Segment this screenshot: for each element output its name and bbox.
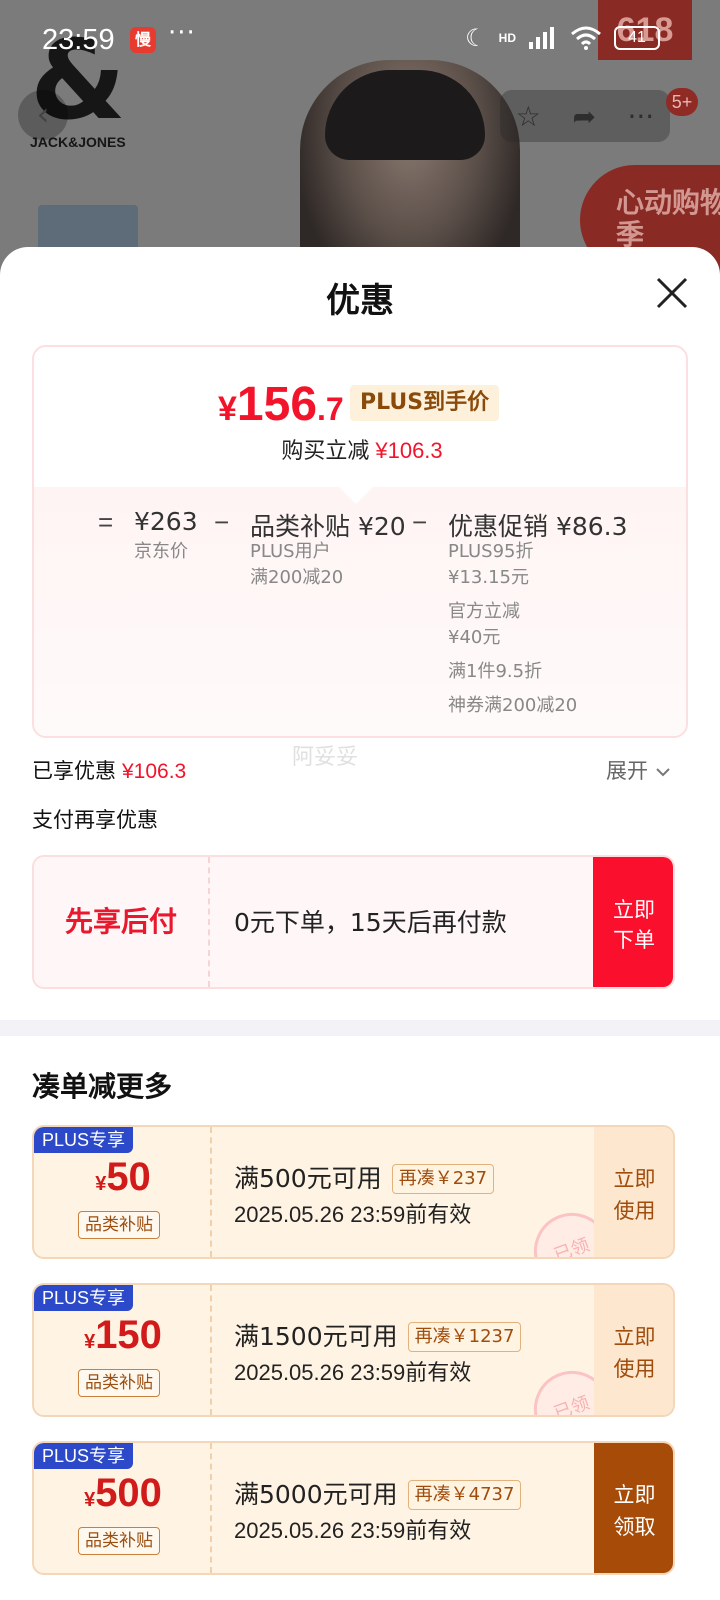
promo-discount: 优惠促销 ¥86.3 — [448, 512, 628, 541]
coupon-value: 50 — [106, 1155, 151, 1199]
purchase-discount: 购买立减 ¥106.3 — [34, 433, 686, 465]
final-price: ¥156.7 — [218, 377, 344, 432]
use-coupon-button[interactable]: 立即 使用 — [594, 1285, 673, 1415]
promo-detail: ¥13.15元 — [448, 567, 529, 588]
order-now-button[interactable]: 立即 下单 — [593, 857, 673, 987]
coupon-amount: ¥150 — [34, 1313, 212, 1358]
coupon-currency: ¥ — [95, 1173, 107, 1195]
final-price-decimal: .7 — [317, 391, 344, 427]
category-subsidy-detail-2: 满200减20 — [250, 567, 344, 588]
pay-more-label: 支付再享优惠 — [32, 808, 158, 832]
plus-price-tag: PLUS到手价 — [350, 385, 500, 421]
buy-now-pay-later-card[interactable]: 先享后付 0元下单，15天后再付款 立即 下单 — [32, 855, 675, 989]
jd-price-label: 京东价 — [134, 541, 188, 562]
category-subsidy: 品类补贴 ¥20 — [250, 512, 406, 541]
status-icons: ☾ HD 41 — [465, 24, 660, 52]
battery-indicator: 41 — [614, 26, 660, 50]
final-price-currency: ¥ — [218, 390, 237, 428]
coupon-card: PLUS专享 ¥500 品类补贴 满5000元可用 再凑￥4737 2025.05… — [32, 1441, 675, 1575]
coupon-gap-tag: 再凑￥237 — [391, 1164, 495, 1194]
promo-detail: 满1件9.5折 — [448, 661, 543, 682]
bnpl-description: 0元下单，15天后再付款 — [234, 908, 507, 937]
coupon-gap-tag: 再凑￥4737 — [407, 1480, 522, 1510]
bnpl-title: 先享后付 — [34, 857, 210, 987]
purchase-discount-value: ¥106.3 — [375, 438, 443, 463]
coupon-validity: 2025.05.26 23:59前有效 — [234, 1360, 472, 1385]
back-icon[interactable]: ‹ — [18, 90, 68, 140]
jd-price: ¥263 — [134, 507, 198, 536]
coupon-category: 品类补贴 — [78, 1369, 160, 1397]
coupon-amount: ¥50 — [34, 1155, 212, 1200]
coupon-value: 500 — [95, 1471, 162, 1515]
moon-icon: ☾ — [465, 24, 487, 52]
plus-exclusive-badge: PLUS专享 — [34, 1285, 134, 1311]
chevron-down-icon — [655, 768, 670, 777]
minus-sign: − — [214, 507, 230, 537]
coupon-validity: 2025.05.26 23:59前有效 — [234, 1202, 472, 1227]
expand-label: 展开 — [606, 759, 648, 783]
coupon-condition-text: 满1500元可用 — [234, 1322, 398, 1351]
coupon-condition: 满500元可用 再凑￥237 — [234, 1159, 495, 1195]
expand-toggle[interactable]: 展开 — [606, 755, 671, 785]
coupon-category: 品类补贴 — [78, 1527, 160, 1555]
plus-exclusive-badge: PLUS专享 — [34, 1443, 134, 1469]
watermark: 阿妥妥 — [292, 745, 359, 770]
use-coupon-line2: 使用 — [613, 1199, 656, 1223]
coupon-validity: 2025.05.26 23:59前有效 — [234, 1518, 472, 1543]
message-count-badge: 5+ — [666, 88, 698, 116]
star-icon[interactable]: ☆ — [516, 100, 541, 133]
sheet-title: 优惠 — [326, 281, 394, 321]
coupon-card: PLUS专享 ¥150 品类补贴 满1500元可用 再凑￥1237 2025.05… — [32, 1283, 675, 1417]
enjoyed-discount: 已享优惠 ¥106.3 — [32, 755, 186, 785]
minus-sign: − — [412, 507, 428, 537]
order-now-line1: 立即 — [613, 898, 655, 922]
status-bar: 23:59 慢 ··· ☾ HD 41 — [0, 0, 720, 84]
app-notification-icon: 慢 — [130, 27, 156, 53]
order-now-line2: 下单 — [613, 928, 655, 952]
coupon-amount: ¥500 — [34, 1471, 212, 1516]
promo-detail: ¥40元 — [448, 627, 501, 648]
discount-sheet: 优惠 ¥156.7 PLUS到手价 购买立减 ¥106.3 = ¥263 京东价 … — [0, 247, 720, 1600]
more-icon[interactable]: ··· — [627, 100, 654, 133]
use-coupon-button[interactable]: 立即 使用 — [594, 1127, 673, 1257]
signal-icon — [529, 27, 554, 49]
purchase-discount-label: 购买立减 — [281, 439, 370, 464]
coupon-condition: 满1500元可用 再凑￥1237 — [234, 1317, 522, 1353]
claim-coupon-line2: 领取 — [613, 1515, 656, 1539]
equals-sign: = — [98, 507, 114, 537]
share-icon[interactable]: ➦ — [572, 100, 595, 133]
enjoyed-discount-label: 已享优惠 — [32, 759, 116, 783]
coupon-currency: ¥ — [84, 1331, 96, 1353]
promo-detail: 神券满200减20 — [448, 695, 578, 716]
wifi-icon — [571, 26, 601, 50]
enjoyed-discount-value: ¥106.3 — [122, 760, 187, 783]
use-coupon-line1: 立即 — [613, 1167, 656, 1191]
section-divider — [0, 1020, 720, 1036]
promo-detail: PLUS95折 — [448, 541, 534, 562]
coupon-value: 150 — [95, 1313, 162, 1357]
close-icon[interactable] — [652, 273, 692, 313]
price-breakdown-card: ¥156.7 PLUS到手价 购买立减 ¥106.3 = ¥263 京东价 − 品… — [32, 345, 688, 738]
claim-coupon-button[interactable]: 立即 领取 — [594, 1443, 673, 1573]
use-coupon-line2: 使用 — [613, 1357, 656, 1381]
coupon-category: 品类补贴 — [78, 1211, 160, 1239]
coupon-currency: ¥ — [84, 1489, 96, 1511]
coupon-condition-text: 满5000元可用 — [234, 1480, 398, 1509]
category-subsidy-detail-1: PLUS用户 — [250, 541, 331, 562]
status-time: 23:59 — [42, 24, 115, 56]
more-notifications-icon: ··· — [168, 18, 196, 48]
plus-exclusive-badge: PLUS专享 — [34, 1127, 134, 1153]
promo-detail: 官方立减 — [448, 601, 520, 622]
final-price-integer: 156 — [236, 378, 318, 431]
coupon-condition-text: 满500元可用 — [234, 1164, 382, 1193]
coupon-condition: 满5000元可用 再凑￥4737 — [234, 1475, 522, 1511]
bundle-section-title: 凑单减更多 — [32, 1070, 173, 1103]
network-hd-label: HD — [498, 31, 516, 45]
coupon-gap-tag: 再凑￥1237 — [407, 1322, 522, 1352]
coupon-card: PLUS专享 ¥50 品类补贴 满500元可用 再凑￥237 2025.05.26… — [32, 1125, 675, 1259]
use-coupon-line1: 立即 — [613, 1325, 656, 1349]
claim-coupon-line1: 立即 — [613, 1483, 656, 1507]
product-action-bar: ☆ ➦ ··· — [500, 90, 670, 142]
